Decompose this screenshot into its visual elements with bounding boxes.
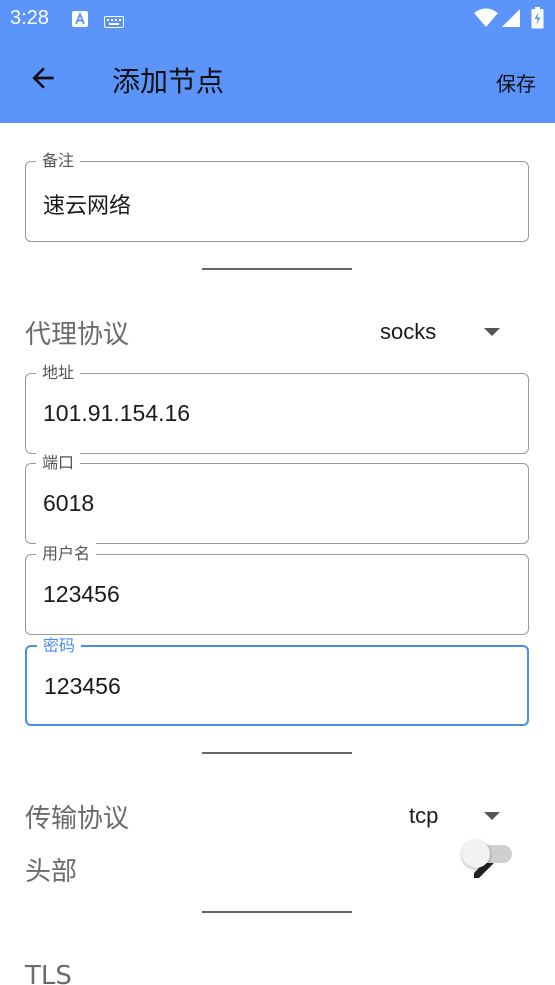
notification-a-icon: [72, 11, 88, 31]
port-value: 6018: [43, 490, 95, 516]
back-arrow-icon[interactable]: [27, 62, 59, 94]
remark-label: 备注: [36, 150, 81, 172]
remark-field[interactable]: 备注 速云网络: [25, 150, 529, 242]
password-value: 123456: [44, 673, 121, 699]
page-title: 添加节点: [112, 65, 225, 98]
port-label: 端口: [36, 452, 81, 474]
proxy-protocol-label: 代理协议: [25, 320, 130, 350]
username-field[interactable]: 用户名 123456: [25, 543, 529, 635]
dropdown-caret-icon[interactable]: [484, 812, 500, 820]
address-field[interactable]: 地址 101.91.154.16: [25, 362, 529, 454]
header-label: 头部: [25, 857, 78, 887]
status-bar: 3:28: [0, 0, 555, 38]
address-label: 地址: [36, 362, 81, 384]
save-button[interactable]: 保存: [496, 68, 536, 97]
wifi-icon: [474, 8, 498, 32]
section-divider: [202, 752, 352, 754]
transport-protocol-label: 传输协议: [25, 804, 130, 834]
status-time: 3:28: [10, 7, 49, 29]
section-divider: [202, 911, 352, 913]
username-label: 用户名: [36, 543, 97, 565]
remark-value: 速云网络: [43, 194, 132, 219]
tls-label: TLS: [25, 961, 72, 985]
proxy-protocol-dropdown[interactable]: socks: [380, 319, 436, 345]
port-field[interactable]: 端口 6018: [25, 452, 529, 544]
section-divider: [202, 268, 352, 270]
battery-icon: [531, 7, 544, 33]
app-bar: 添加节点 保存: [0, 38, 555, 123]
password-field[interactable]: 密码 123456: [25, 635, 529, 726]
password-label: 密码: [37, 635, 82, 657]
keyboard-icon: [104, 13, 124, 32]
transport-protocol-dropdown[interactable]: tcp: [409, 803, 438, 829]
dropdown-caret-icon[interactable]: [484, 328, 500, 336]
signal-icon: [501, 8, 521, 32]
tls-toggle-thumb[interactable]: [462, 840, 490, 868]
address-value: 101.91.154.16: [43, 400, 191, 426]
username-value: 123456: [43, 581, 120, 607]
